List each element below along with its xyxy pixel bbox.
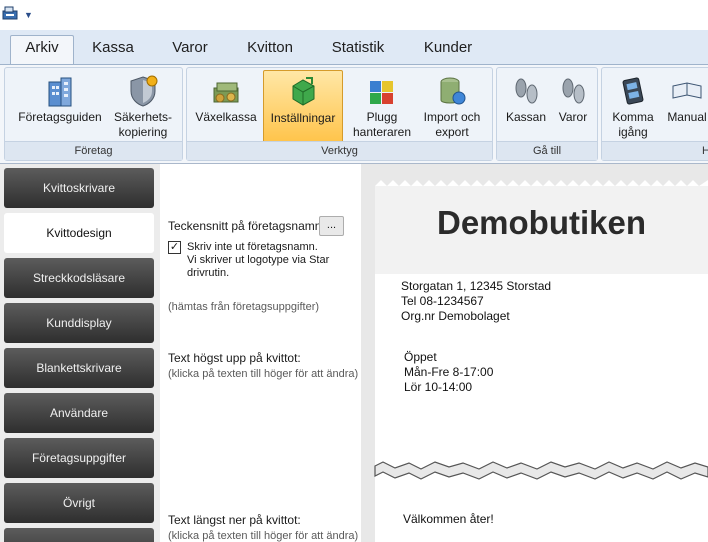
checkbox-text-line1: Skriv inte ut företagsnamn. xyxy=(187,241,318,253)
komma-igang-label-line1: Komma xyxy=(612,110,654,124)
vaxelkassa-button[interactable]: Växelkassa xyxy=(191,70,261,143)
receipt-hours-saturday[interactable]: Lör 10-14:00 xyxy=(404,380,472,394)
nav-foretagsuppgifter[interactable]: Företagsuppgifter xyxy=(4,438,154,478)
top-text-hint: (klicka på texten till höger för att änd… xyxy=(168,368,359,380)
bottom-text-hint: (klicka på texten till höger för att änd… xyxy=(168,530,359,542)
ribbon: Företagsguiden Säkerhets- kopiering Före… xyxy=(0,64,708,164)
nav-blankettskrivare[interactable]: Blankettskrivare xyxy=(4,348,154,388)
nav-ovrigt[interactable]: Övrigt xyxy=(4,483,154,523)
sakerhetskopiering-button[interactable]: Säkerhets- kopiering xyxy=(107,70,179,143)
import-export-button[interactable]: Import och export xyxy=(417,70,487,143)
office-building-icon xyxy=(48,77,72,107)
group-label-ga-till: Gå till xyxy=(497,141,597,160)
komma-igang-button[interactable]: Komma igång xyxy=(606,70,660,143)
plugghanteraren-label-line1: Plugg xyxy=(366,110,398,124)
hide-company-name-label[interactable]: Skriv inte ut företagsnamn. Vi skriver u… xyxy=(187,241,329,280)
receipt-hours-title[interactable]: Öppet xyxy=(404,350,437,364)
database-icon xyxy=(440,77,466,105)
settings-cube-icon xyxy=(292,77,315,106)
import-export-label-line2: export xyxy=(435,125,469,139)
bottom-text-label: Text längst ner på kvittot: xyxy=(168,513,301,527)
cash-register-icon[interactable] xyxy=(2,6,18,20)
receipt-org[interactable]: Org.nr Demobolaget xyxy=(401,309,510,323)
hide-company-name-checkbox[interactable]: ✓ xyxy=(168,241,181,254)
tab-kunder[interactable]: Kunder xyxy=(413,36,483,64)
footprints-icon xyxy=(515,78,538,104)
tab-arkiv[interactable]: Arkiv xyxy=(10,35,74,65)
group-label-verktyg: Verktyg xyxy=(187,141,492,160)
plugghanteraren-label-line2: hanteraren xyxy=(352,125,412,139)
font-label: Teckensnitt på företagsnamn: xyxy=(168,219,325,233)
checkbox-text-line2: Vi skriver ut logotype via Star xyxy=(187,254,330,266)
sakerhetskopiering-label-line1: Säkerhets- xyxy=(113,110,173,124)
group-label-foretag: Företag xyxy=(5,141,182,160)
vaxelkassa-label: Växelkassa xyxy=(195,110,257,124)
receipt-settings-panel: Teckensnitt på företagsnamn: ... ✓ Skriv… xyxy=(160,164,361,542)
open-book-icon xyxy=(672,82,702,99)
import-export-label-line1: Import och xyxy=(423,110,481,124)
foretagsguiden-button[interactable]: Företagsguiden xyxy=(15,70,105,143)
foretagsguiden-label: Företagsguiden xyxy=(18,110,102,124)
puzzle-pieces-icon xyxy=(370,81,393,104)
settings-nav: Kvittoskrivare Kvittodesign Streckkodslä… xyxy=(0,164,160,542)
money-stack-icon xyxy=(213,82,239,103)
nav-anvandare[interactable]: Användare xyxy=(4,393,154,433)
kassan-button[interactable]: Kassan xyxy=(501,70,551,143)
group-label-hjalp: H xyxy=(602,141,708,160)
tab-kvitton[interactable]: Kvitton xyxy=(236,36,304,64)
top-text-label: Text högst upp på kvittot: xyxy=(168,351,301,365)
fetched-from-company-hint: (hämtas från företagsuppgifter) xyxy=(168,301,320,313)
nav-kvittoskrivare[interactable]: Kvittoskrivare xyxy=(4,168,154,208)
ribbon-group-foretag: Företagsguiden Säkerhets- kopiering Före… xyxy=(4,67,183,161)
app-window: ▼ Arkiv Kassa Varor Kvitton Statistik Ku… xyxy=(0,0,708,542)
tab-varor[interactable]: Varor xyxy=(160,36,220,64)
ribbon-group-ga-till: Kassan Varor Gå till xyxy=(496,67,598,161)
receipt-footer-text[interactable]: Välkommen åter! xyxy=(403,512,494,526)
nav-more[interactable] xyxy=(4,528,154,542)
komma-igang-label-line2: igång xyxy=(618,125,648,139)
kassan-label: Kassan xyxy=(505,110,547,124)
ribbon-group-hjalp: Komma igång Manual H xyxy=(601,67,708,161)
ribbon-tab-bar: Arkiv Kassa Varor Kvitton Statistik Kund… xyxy=(0,30,708,65)
receipt-phone[interactable]: Tel 08-1234567 xyxy=(401,294,484,308)
sakerhetskopiering-label-line2: kopiering xyxy=(118,125,168,139)
receipt-hours-weekday[interactable]: Mån-Fre 8-17:00 xyxy=(404,365,493,379)
tab-kassa[interactable]: Kassa xyxy=(84,36,142,64)
manual-button[interactable]: Manual xyxy=(662,70,708,143)
receipt-preview-area: Demobutiken Storgatan 1, 12345 Storstad … xyxy=(361,164,708,542)
quick-access-toolbar: ▼ xyxy=(0,0,708,30)
font-picker-button[interactable]: ... xyxy=(319,216,344,236)
ribbon-group-verktyg: Växelkassa Inställningar Plugg hanterare… xyxy=(186,67,493,161)
manual-label: Manual xyxy=(667,110,707,124)
footprints-icon xyxy=(562,78,585,104)
varor-button[interactable]: Varor xyxy=(551,70,595,143)
varor-label: Varor xyxy=(558,110,588,124)
plugghanteraren-button[interactable]: Plugg hanteraren xyxy=(347,70,417,143)
customize-toolbar-arrow-icon[interactable]: ▼ xyxy=(24,11,33,20)
installningar-button[interactable]: Inställningar xyxy=(263,70,343,143)
film-reel-icon xyxy=(622,77,644,105)
receipt-company-name[interactable]: Demobutiken xyxy=(375,204,708,242)
tab-statistik[interactable]: Statistik xyxy=(322,36,394,64)
nav-kvittodesign[interactable]: Kvittodesign xyxy=(4,213,154,253)
installningar-label: Inställningar xyxy=(270,111,336,125)
checkbox-text-line3: drivrutin. xyxy=(187,267,230,279)
shield-icon xyxy=(130,75,158,107)
nav-streckkodslasare[interactable]: Streckkodsläsare xyxy=(4,258,154,298)
nav-kunddisplay[interactable]: Kunddisplay xyxy=(4,303,154,343)
receipt-address[interactable]: Storgatan 1, 12345 Storstad xyxy=(401,279,551,293)
